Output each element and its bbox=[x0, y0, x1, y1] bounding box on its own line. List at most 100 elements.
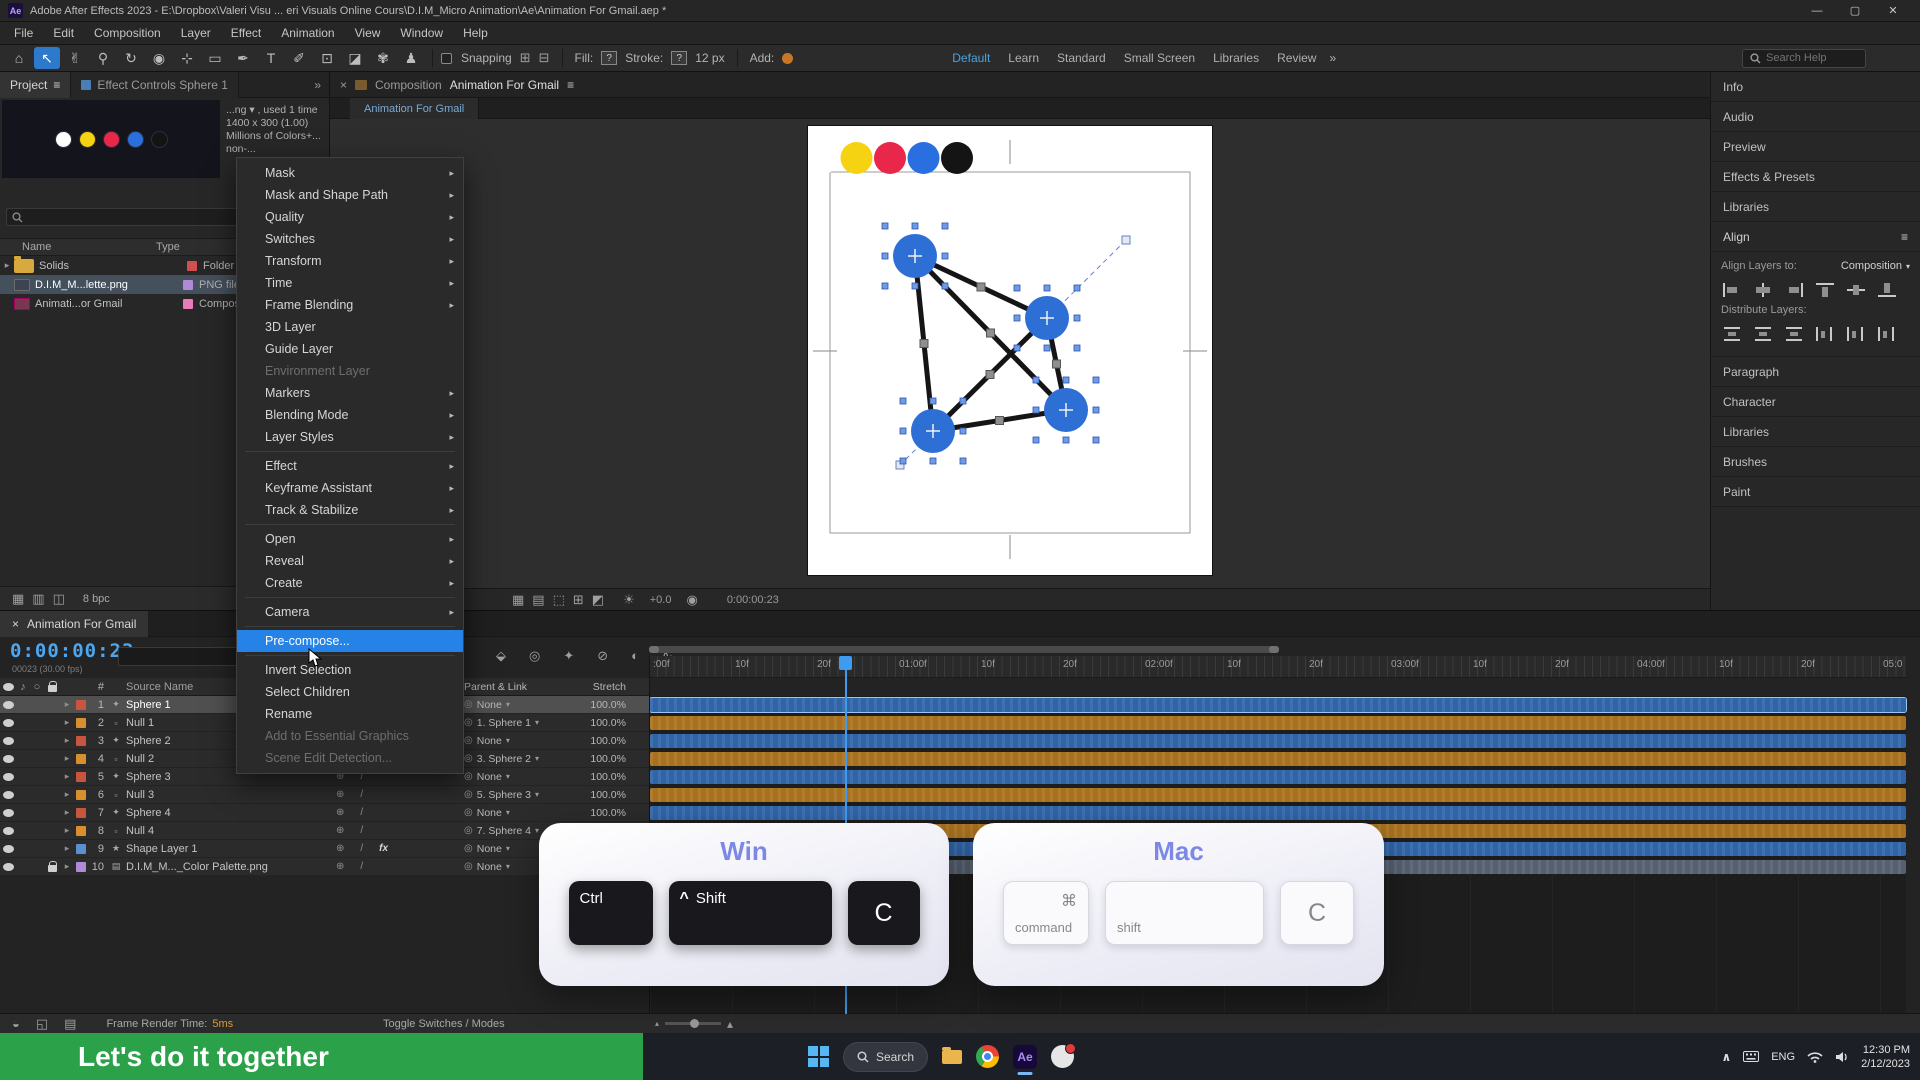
toggle-switches-button[interactable]: Toggle Switches / Modes bbox=[383, 1018, 505, 1030]
layer-twirl-icon[interactable]: ▸ bbox=[60, 699, 74, 710]
column-parent-link[interactable]: Parent & Link bbox=[464, 681, 574, 693]
panel-paint[interactable]: Paint bbox=[1711, 477, 1920, 507]
layer-twirl-icon[interactable]: ▸ bbox=[60, 789, 74, 800]
file-explorer-icon[interactable] bbox=[942, 1050, 962, 1064]
menu-view[interactable]: View bbox=[345, 26, 391, 40]
label-chip[interactable] bbox=[76, 826, 86, 836]
label-chip[interactable] bbox=[76, 808, 86, 818]
taskbar-search[interactable]: Search bbox=[843, 1042, 928, 1072]
maximize-button[interactable]: ▢ bbox=[1836, 0, 1874, 21]
layer-menu-guide-layer[interactable]: Guide Layer bbox=[237, 338, 463, 360]
distribute-left-icon[interactable] bbox=[1814, 326, 1836, 342]
selection-tool-icon[interactable]: ↖ bbox=[34, 47, 60, 69]
align-left-icon[interactable] bbox=[1721, 282, 1743, 298]
panel-menu-icon[interactable]: ≡ bbox=[1901, 230, 1908, 244]
panel-info[interactable]: Info bbox=[1711, 72, 1920, 102]
layer-menu-invert-selection[interactable]: Invert Selection bbox=[237, 659, 463, 681]
layer-bar-sphere-2[interactable] bbox=[650, 734, 1906, 748]
parent-link-dropdown[interactable]: ◎None▾ bbox=[464, 807, 574, 819]
eye-toggle[interactable] bbox=[0, 827, 16, 835]
layer-row-sphere-4[interactable]: ▸7✦Sphere 4⊕/◎None▾100.0% bbox=[0, 804, 649, 822]
layer-switches[interactable]: ⊕/ bbox=[324, 861, 464, 872]
layer-twirl-icon[interactable]: ▸ bbox=[60, 825, 74, 836]
panel-brushes[interactable]: Brushes bbox=[1711, 447, 1920, 477]
composition-canvas[interactable] bbox=[808, 126, 1212, 575]
eraser-tool-icon[interactable]: ◪ bbox=[342, 47, 368, 69]
hidden-icons-chevron[interactable]: ∧ bbox=[1721, 1050, 1731, 1064]
layer-menu-3d-layer[interactable]: 3D Layer bbox=[237, 316, 463, 338]
panel-libraries[interactable]: Libraries bbox=[1711, 192, 1920, 222]
layer-twirl-icon[interactable]: ▸ bbox=[60, 771, 74, 782]
layer-menu-time[interactable]: Time▸ bbox=[237, 272, 463, 294]
layer-menu-frame-blending[interactable]: Frame Blending▸ bbox=[237, 294, 463, 316]
label-chip[interactable] bbox=[183, 299, 193, 309]
exposure-value[interactable]: +0.0 bbox=[650, 594, 672, 606]
timeline-zoom-slider[interactable]: ▴ ▴ bbox=[655, 1017, 733, 1031]
label-chip[interactable] bbox=[76, 718, 86, 728]
layer-menu-quality[interactable]: Quality▸ bbox=[237, 206, 463, 228]
help-search-input[interactable] bbox=[1766, 52, 1858, 64]
layer-twirl-icon[interactable]: ▸ bbox=[60, 861, 74, 872]
touch-keyboard-icon[interactable] bbox=[1743, 1051, 1759, 1062]
tab-project[interactable]: Project ≡ bbox=[0, 72, 71, 98]
language-indicator[interactable]: ENG bbox=[1771, 1051, 1795, 1063]
pickwhip-icon[interactable]: ◎ bbox=[464, 753, 473, 764]
workspace-learn[interactable]: Learn bbox=[999, 51, 1048, 65]
bit-depth-button[interactable]: 8 bpc bbox=[83, 593, 110, 605]
clock[interactable]: 12:30 PM 2/12/2023 bbox=[1861, 1043, 1910, 1071]
layer-menu-blending-mode[interactable]: Blending Mode▸ bbox=[237, 404, 463, 426]
interpret-footage-icon[interactable]: ▦ bbox=[12, 591, 24, 606]
parent-link-dropdown[interactable]: ◎3. Sphere 2▾ bbox=[464, 753, 574, 765]
workspace-review[interactable]: Review bbox=[1268, 51, 1325, 65]
clone-stamp-tool-icon[interactable]: ⊡ bbox=[314, 47, 340, 69]
workspace-small-screen[interactable]: Small Screen bbox=[1115, 51, 1204, 65]
menu-composition[interactable]: Composition bbox=[84, 26, 171, 40]
exposure-icon[interactable]: ☀ bbox=[623, 592, 635, 608]
parent-link-dropdown[interactable]: ◎None▾ bbox=[464, 735, 574, 747]
layer-menu-rename[interactable]: Rename bbox=[237, 703, 463, 725]
layer-bar-sphere-1[interactable] bbox=[650, 698, 1906, 712]
notification-app-icon[interactable] bbox=[1051, 1045, 1074, 1068]
home-tool-icon[interactable]: ⌂ bbox=[6, 47, 32, 69]
pickwhip-icon[interactable]: ◎ bbox=[464, 771, 473, 782]
layer-menu-camera[interactable]: Camera▸ bbox=[237, 601, 463, 623]
panel-paragraph[interactable]: Paragraph bbox=[1711, 357, 1920, 387]
layer-twirl-icon[interactable]: ▸ bbox=[60, 717, 74, 728]
zoom-knob[interactable] bbox=[690, 1019, 699, 1028]
work-area-bar[interactable] bbox=[649, 646, 1279, 653]
adaptive-resolution-icon[interactable]: ◱ bbox=[36, 1016, 48, 1032]
distribute-horizontal-center-icon[interactable] bbox=[1845, 326, 1867, 342]
parent-link-dropdown[interactable]: ◎None▾ bbox=[464, 699, 574, 711]
layer-bar-null-3[interactable] bbox=[650, 788, 1906, 802]
layer-menu-create[interactable]: Create▸ bbox=[237, 572, 463, 594]
menu-help[interactable]: Help bbox=[453, 26, 498, 40]
layer-menu-open[interactable]: Open▸ bbox=[237, 528, 463, 550]
label-chip[interactable] bbox=[76, 754, 86, 764]
layer-bar-sphere-4[interactable] bbox=[650, 806, 1906, 820]
roto-brush-tool-icon[interactable]: ✾ bbox=[370, 47, 396, 69]
close-icon[interactable]: × bbox=[12, 617, 19, 631]
distribute-top-icon[interactable] bbox=[1721, 326, 1743, 342]
shy-layers-icon[interactable]: ✦ bbox=[563, 648, 574, 664]
snap-to-grid-icon[interactable]: ⊞ bbox=[520, 50, 531, 65]
pickwhip-icon[interactable]: ◎ bbox=[464, 699, 473, 710]
volume-icon[interactable] bbox=[1835, 1051, 1849, 1063]
column-stretch[interactable]: Stretch bbox=[574, 681, 634, 693]
eye-toggle[interactable] bbox=[0, 701, 16, 709]
menu-layer[interactable]: Layer bbox=[171, 26, 221, 40]
layer-menu-layer-styles[interactable]: Layer Styles▸ bbox=[237, 426, 463, 448]
tab-effect-controls[interactable]: Effect Controls Sphere 1 bbox=[71, 72, 239, 98]
mask-visibility-icon[interactable]: ▤ bbox=[532, 592, 544, 607]
distribute-right-icon[interactable] bbox=[1876, 326, 1898, 342]
stroke-swatch[interactable]: ? bbox=[671, 51, 687, 65]
draft-3d-icon[interactable]: ◎ bbox=[529, 648, 540, 664]
eye-toggle[interactable] bbox=[0, 845, 16, 853]
layer-switches[interactable]: ⊕/ bbox=[324, 825, 464, 836]
layer-menu-switches[interactable]: Switches▸ bbox=[237, 228, 463, 250]
eye-toggle[interactable] bbox=[0, 755, 16, 763]
viewer-tab[interactable]: Animation For Gmail bbox=[350, 98, 479, 119]
layer-twirl-icon[interactable]: ▸ bbox=[60, 807, 74, 818]
stroke-width-value[interactable]: 12 px bbox=[695, 51, 724, 65]
time-ruler[interactable]: :00f10f20f01:00f10f20f02:00f10f20f03:00f… bbox=[649, 656, 1906, 678]
eye-toggle[interactable] bbox=[0, 809, 16, 817]
